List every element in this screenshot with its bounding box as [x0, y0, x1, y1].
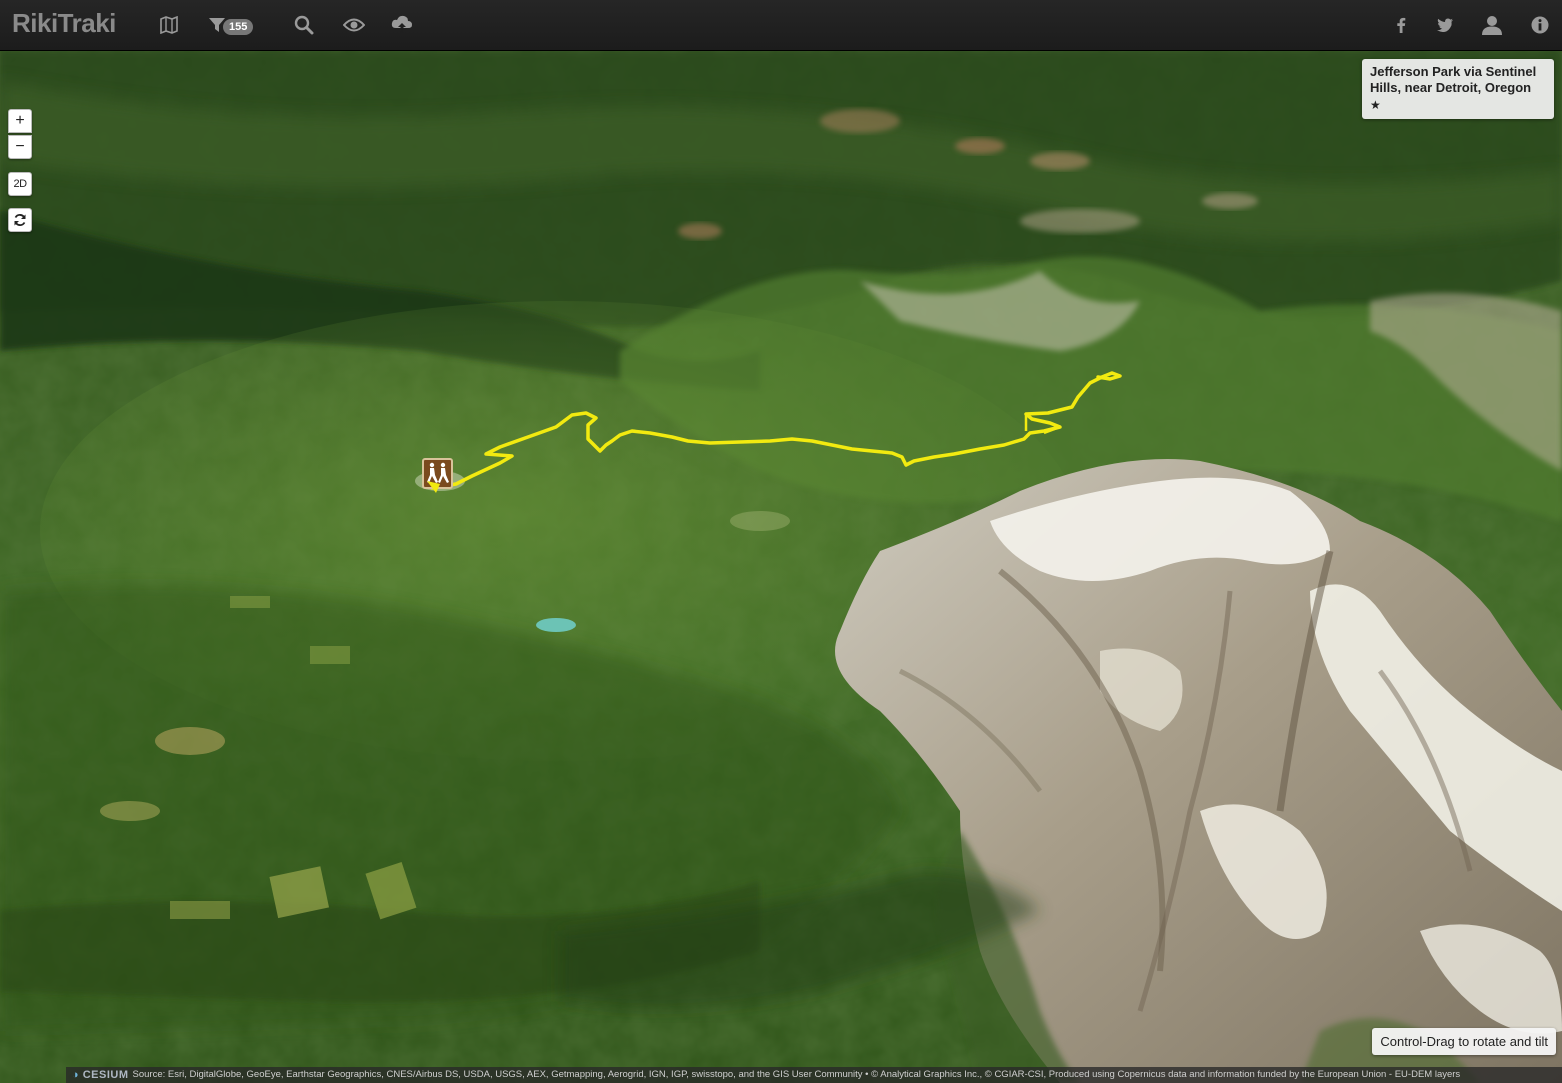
- facebook-icon: [1397, 17, 1406, 33]
- facebook-button[interactable]: [1386, 10, 1416, 40]
- zoom-out-button[interactable]: −: [8, 135, 32, 159]
- brand-logo[interactable]: RikiTraki: [12, 8, 116, 39]
- attribution-text: Source: Esri, DigitalGlobe, GeoEye, Eart…: [132, 1069, 1461, 1080]
- rotate-tilt-hint: Control-Drag to rotate and tilt: [1372, 1028, 1556, 1055]
- filter-count-badge: 155: [223, 19, 254, 35]
- map-button[interactable]: [154, 10, 184, 40]
- zoom-in-button[interactable]: +: [8, 109, 32, 133]
- trailhead-marker[interactable]: [422, 458, 453, 493]
- info-icon: [1531, 16, 1549, 34]
- attribution-bar: ◑ CESIUM Source: Esri, DigitalGlobe, GeoE…: [66, 1067, 1562, 1083]
- terrain-imagery: [0, 51, 1562, 1083]
- filter-button[interactable]: 155: [202, 10, 254, 40]
- upload-icon: [391, 15, 412, 33]
- app-root: RikiTraki 155 + − 2D Jefferson Park via …: [0, 0, 1562, 1083]
- refresh-icon: [14, 214, 26, 226]
- upload-button[interactable]: [387, 10, 417, 40]
- cesium-map-viewer[interactable]: + − 2D: [0, 51, 1562, 1083]
- user-icon: [1482, 16, 1502, 35]
- trail-rating-star: ★: [1370, 98, 1381, 112]
- twitter-icon: [1437, 18, 1453, 32]
- top-navbar: RikiTraki 155: [0, 0, 1562, 51]
- map-icon: [160, 16, 178, 34]
- view-button[interactable]: [339, 10, 369, 40]
- cesium-logo[interactable]: ◑ CESIUM: [66, 1067, 133, 1083]
- search-button[interactable]: [289, 10, 319, 40]
- trail-info-box[interactable]: Jefferson Park via Sentinel Hills, near …: [1362, 59, 1554, 119]
- eye-icon: [343, 18, 365, 32]
- info-button[interactable]: [1525, 10, 1555, 40]
- trail-title: Jefferson Park via Sentinel Hills, near …: [1370, 64, 1537, 95]
- refresh-button[interactable]: [8, 208, 32, 232]
- twitter-button[interactable]: [1430, 10, 1460, 40]
- search-icon: [294, 15, 314, 35]
- user-button[interactable]: [1477, 10, 1507, 40]
- 2d-mode-button[interactable]: 2D: [8, 172, 32, 196]
